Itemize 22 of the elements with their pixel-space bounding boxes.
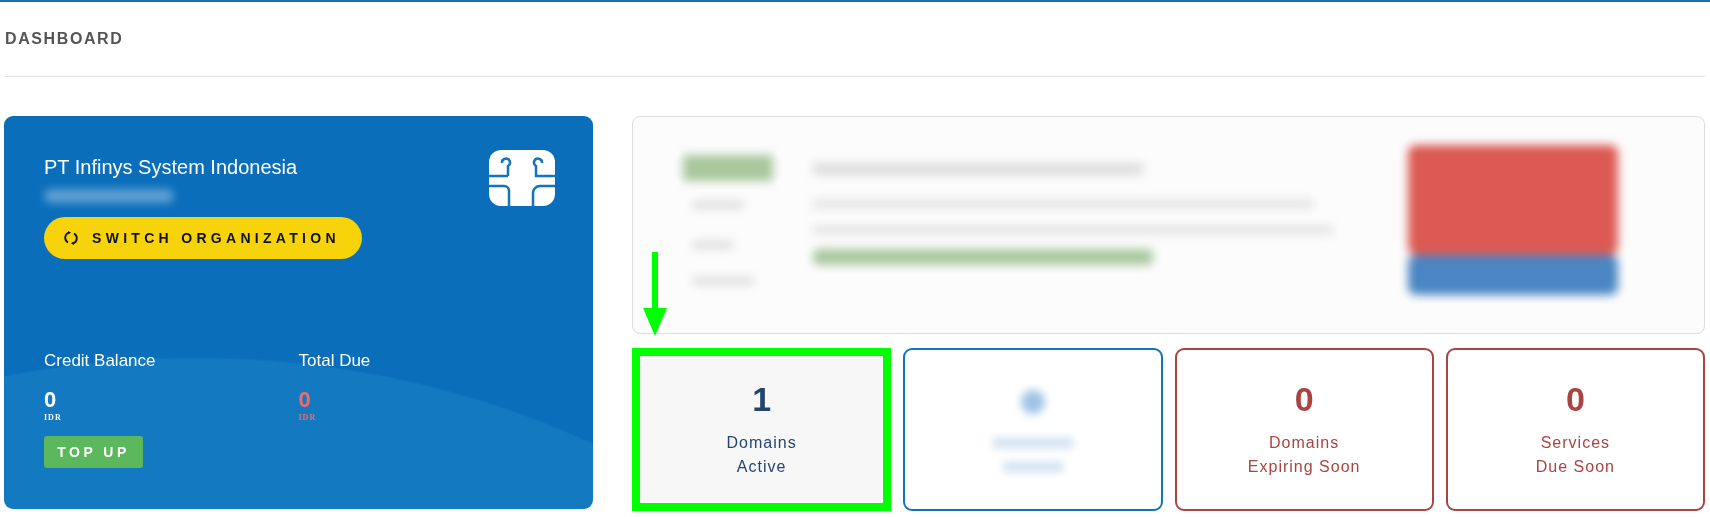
stat-card[interactable] [903,348,1163,511]
card-chip-icon [489,150,555,206]
balance-label: Total Due [298,351,372,371]
stat-value: 0 [1294,380,1314,419]
balance-amount: 0 [44,387,58,413]
organization-name: PT Infinys System Indonesia [44,156,299,179]
stat-value: 0 [1565,380,1585,419]
stat-card[interactable]: 0 Services Due Soon [1445,348,1705,511]
stat-value: 1 [752,380,772,419]
stat-label: Services Due Soon [1535,433,1615,477]
stat-label: Domains Expiring Soon [1247,433,1361,477]
switch-organization-button[interactable]: SWITCH ORGANIZATION [44,217,362,259]
stat-label: Domains Active [726,433,797,477]
currency-label: IDR [298,413,318,422]
balance-amount: 0 [298,387,312,413]
balance-label: Credit Balance [44,351,157,371]
page-title: DASHBOARD [5,30,124,48]
currency-label: IDR [44,413,63,422]
refresh-icon [64,230,78,246]
arrow-icon [643,252,667,336]
stat-card[interactable]: 1 Domains Active [632,348,892,511]
stat-card[interactable]: 0 Domains Expiring Soon [1174,348,1434,511]
